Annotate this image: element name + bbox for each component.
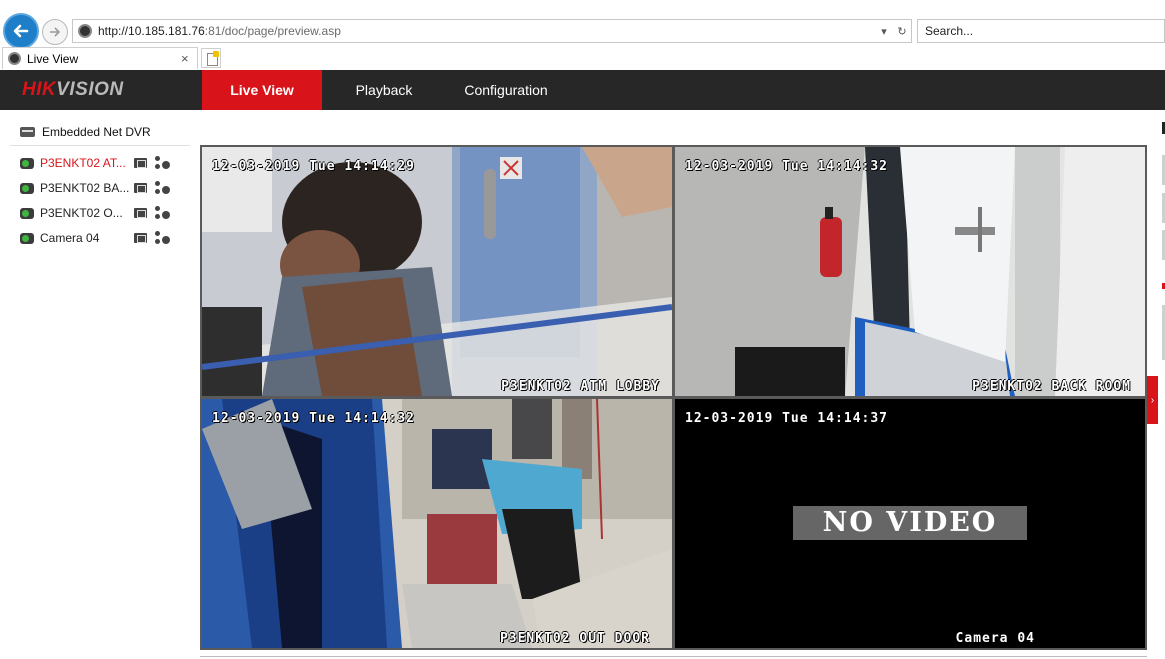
search-input[interactable]: Search... — [917, 19, 1165, 43]
camera-icon — [20, 232, 34, 244]
refresh-icon[interactable]: ↻ — [893, 25, 911, 38]
browser-chrome: http://10.185.181.76:81/doc/page/preview… — [0, 0, 1165, 70]
device-node[interactable]: Embedded Net DVR — [20, 122, 190, 142]
camera-label: P3ENKT02 AT... — [40, 156, 126, 170]
new-tab-button[interactable] — [201, 48, 221, 68]
camera-feed-image — [202, 399, 672, 648]
site-favicon-icon — [78, 24, 92, 38]
camera-feed-image — [675, 147, 1145, 396]
camera-item-3[interactable]: P3ENKT02 O... — [20, 203, 180, 223]
camera-label: P3ENKT02 O... — [40, 206, 123, 220]
tab-live-view[interactable]: Live View — [202, 70, 322, 110]
tile-timestamp: 12-03-2019 Tue 14:14:32 — [685, 159, 889, 174]
tab-favicon-icon — [8, 52, 21, 65]
app-header: HIKVISION Live View Playback Configurati… — [0, 70, 1165, 110]
tile-timestamp: 12-03-2019 Tue 14:14:32 — [212, 411, 416, 426]
camera-label: P3ENKT02 BA... — [40, 181, 130, 195]
camera-icon — [20, 182, 34, 194]
address-url[interactable]: http://10.185.181.76:81/doc/page/preview… — [98, 24, 875, 38]
device-label: Embedded Net DVR — [42, 125, 151, 139]
tile-camera-name: P3ENKT02 OUT DOOR — [499, 631, 650, 646]
stream-settings-icon[interactable] — [154, 206, 170, 220]
back-button[interactable] — [3, 13, 39, 49]
video-tile-1[interactable]: 12-03-2019 Tue 14:14:29 P3ENKT02 ATM LOB… — [202, 147, 672, 396]
tile-timestamp: 12-03-2019 Tue 14:14:29 — [212, 159, 416, 174]
browser-tab-live-view[interactable]: Live View × — [2, 47, 198, 69]
ptz-panel-toggle-button[interactable]: › — [1147, 376, 1158, 424]
tile-timestamp: 12-03-2019 Tue 14:14:37 — [685, 411, 889, 426]
sidebar-divider — [10, 145, 190, 146]
tile-camera-name: Camera 04 — [955, 631, 1035, 646]
tab-configuration[interactable]: Configuration — [452, 70, 560, 110]
arrow-right-icon — [50, 27, 61, 37]
arrow-left-icon — [13, 24, 29, 38]
record-icon[interactable] — [134, 183, 147, 193]
camera-item-4[interactable]: Camera 04 — [20, 228, 180, 248]
address-dropdown-icon[interactable]: ▾ — [875, 25, 893, 38]
camera-item-2[interactable]: P3ENKT02 BA... — [20, 178, 180, 198]
video-tile-2[interactable]: 12-03-2019 Tue 14:14:32 P3ENKT02 BACK RO… — [675, 147, 1145, 396]
stream-settings-icon[interactable] — [154, 181, 170, 195]
forward-button[interactable] — [42, 19, 68, 45]
address-bar[interactable]: http://10.185.181.76:81/doc/page/preview… — [72, 19, 912, 43]
video-tile-4[interactable]: 12-03-2019 Tue 14:14:37 NO VIDEO Camera … — [675, 399, 1145, 648]
no-video-banner: NO VIDEO — [793, 506, 1027, 540]
camera-label: Camera 04 — [40, 231, 100, 245]
record-icon[interactable] — [134, 158, 147, 168]
stream-settings-icon[interactable] — [154, 231, 170, 245]
record-icon[interactable] — [134, 208, 147, 218]
tile-camera-name: P3ENKT02 ATM LOBBY — [501, 379, 660, 394]
tab-close-icon[interactable]: × — [181, 51, 197, 66]
right-panel-edge — [1160, 115, 1165, 655]
live-view-grid: 12-03-2019 Tue 14:14:29 P3ENKT02 ATM LOB… — [200, 145, 1147, 650]
video-tile-3[interactable]: 12-03-2019 Tue 14:14:32 P3ENKT02 OUT DOO… — [202, 399, 672, 648]
camera-icon — [20, 157, 34, 169]
dvr-icon — [20, 127, 35, 137]
tile-camera-name: P3ENKT02 BACK ROOM — [972, 379, 1131, 394]
camera-icon — [20, 207, 34, 219]
tab-title: Live View — [27, 51, 79, 66]
grid-bottom-border — [200, 656, 1147, 657]
record-icon[interactable] — [134, 233, 147, 243]
hikvision-logo: HIKVISION — [22, 79, 124, 100]
tab-playback[interactable]: Playback — [338, 70, 430, 110]
camera-feed-image — [202, 147, 672, 396]
camera-item-1[interactable]: P3ENKT02 AT... — [20, 153, 180, 173]
stream-settings-icon[interactable] — [154, 156, 170, 170]
